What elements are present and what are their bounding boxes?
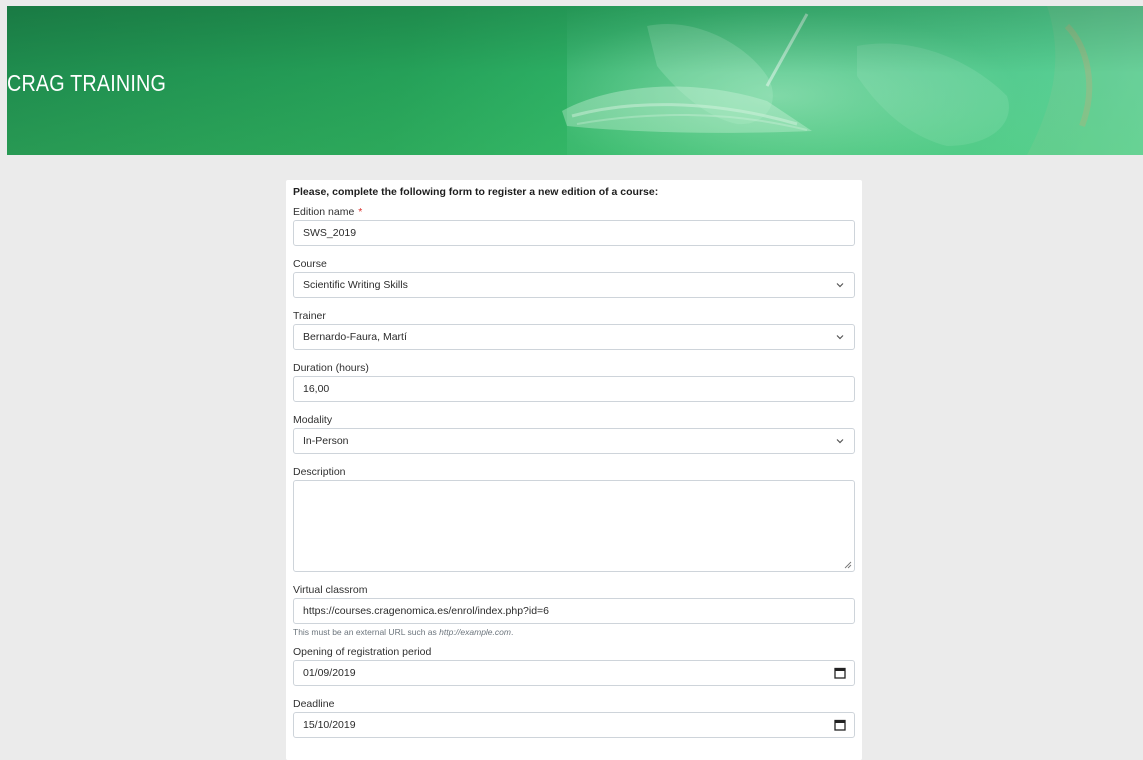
course-select[interactable]: Scientific Writing Skills xyxy=(293,272,855,298)
deadline-group: Deadline 15/10/2019 xyxy=(293,698,855,738)
edition-name-input[interactable]: SWS_2019 xyxy=(293,220,855,246)
registration-opening-value: 01/09/2019 xyxy=(303,667,356,679)
duration-label: Duration (hours) xyxy=(293,362,369,374)
course-label: Course xyxy=(293,258,327,270)
help-example-url: http://example.com xyxy=(439,627,511,637)
edition-form: Please, complete the following form to r… xyxy=(286,180,862,760)
registration-opening-group: Opening of registration period 01/09/201… xyxy=(293,646,855,686)
edition-name-group: Edition name * SWS_2019 xyxy=(293,206,855,246)
registration-opening-label: Opening of registration period xyxy=(293,646,432,658)
trainer-select[interactable]: Bernardo-Faura, Martí xyxy=(293,324,855,350)
required-marker: * xyxy=(358,206,363,218)
course-group: Course Scientific Writing Skills xyxy=(293,258,855,298)
site-title[interactable]: CRAG TRAINING xyxy=(7,70,166,97)
modality-value: In-Person xyxy=(303,435,349,447)
deadline-value: 15/10/2019 xyxy=(303,719,356,731)
virtual-classroom-help: This must be an external URL such as htt… xyxy=(293,626,855,643)
deadline-label: Deadline xyxy=(293,698,335,710)
trainer-value: Bernardo-Faura, Martí xyxy=(303,331,407,343)
modality-select[interactable]: In-Person xyxy=(293,428,855,454)
chevron-down-icon xyxy=(836,283,844,288)
help-prefix: This must be an external URL such as xyxy=(293,627,440,637)
edition-name-value: SWS_2019 xyxy=(303,227,357,239)
help-suffix: . xyxy=(510,627,514,637)
trainer-label: Trainer xyxy=(293,310,326,322)
banner-shade xyxy=(7,6,1143,155)
chevron-down-icon xyxy=(836,439,844,444)
description-group: Description xyxy=(293,466,855,572)
calendar-icon[interactable] xyxy=(834,719,846,731)
description-label: Description xyxy=(293,466,346,478)
edition-name-label-text: Edition name xyxy=(293,206,355,218)
virtual-classroom-label: Virtual classrom xyxy=(293,584,368,596)
calendar-icon[interactable] xyxy=(834,667,846,679)
edition-name-label: Edition name * xyxy=(293,206,855,220)
header-banner: CRAG TRAINING xyxy=(7,6,1143,155)
description-textarea[interactable] xyxy=(293,480,855,572)
duration-value: 16,00 xyxy=(303,383,330,395)
resize-grip-icon[interactable] xyxy=(844,561,852,569)
registration-opening-date-input[interactable]: 01/09/2019 xyxy=(293,660,855,686)
modality-group: Modality In-Person xyxy=(293,414,855,454)
duration-input[interactable]: 16,00 xyxy=(293,376,855,402)
virtual-classroom-input[interactable]: https://courses.cragenomica.es/enrol/ind… xyxy=(293,598,855,624)
trainer-group: Trainer Bernardo-Faura, Martí xyxy=(293,310,855,350)
chevron-down-icon xyxy=(836,335,844,340)
virtual-classroom-value: https://courses.cragenomica.es/enrol/ind… xyxy=(303,605,550,617)
deadline-date-input[interactable]: 15/10/2019 xyxy=(293,712,855,738)
form-intro: Please, complete the following form to r… xyxy=(293,186,659,198)
virtual-classroom-group: Virtual classrom https://courses.crageno… xyxy=(293,584,855,643)
modality-label: Modality xyxy=(293,414,333,426)
duration-group: Duration (hours) 16,00 xyxy=(293,362,855,402)
course-value: Scientific Writing Skills xyxy=(303,279,408,291)
